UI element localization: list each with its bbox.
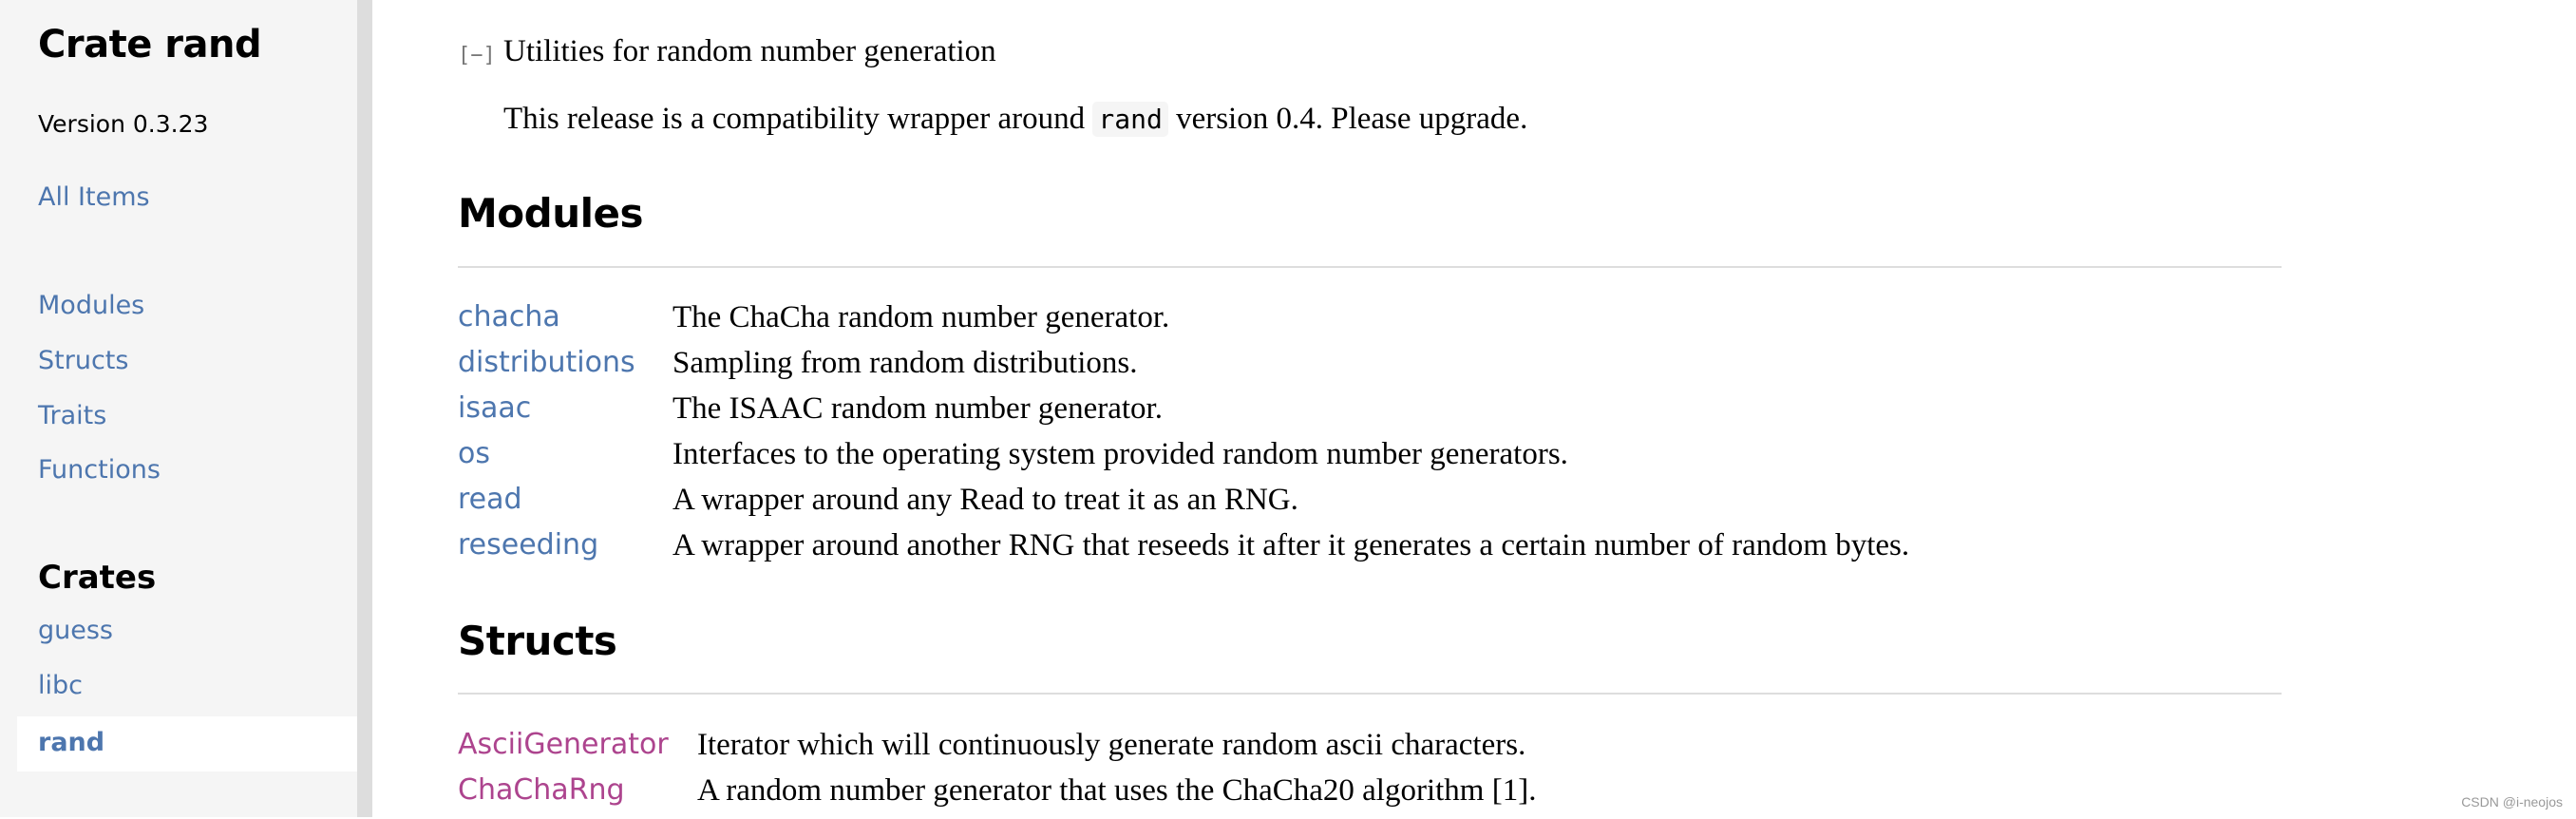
sidebar-resizer[interactable] xyxy=(357,0,372,817)
sidebar-item-structs[interactable]: Structs xyxy=(38,346,128,375)
struct-link-chacharng[interactable]: ChaChaRng xyxy=(458,773,625,807)
module-description: The ISAAC random number generator. xyxy=(672,391,1163,426)
inline-code: rand xyxy=(1092,102,1168,137)
module-link-os[interactable]: os xyxy=(458,437,490,470)
sidebar: Crate rand Version 0.3.23 All Items Modu… xyxy=(0,0,357,817)
crate-summary: Utilities for random number generation xyxy=(503,34,996,68)
structs-heading: Structs xyxy=(458,618,617,664)
module-description: A wrapper around any Read to treat it as… xyxy=(672,483,1298,517)
crate-link-guess[interactable]: guess xyxy=(38,616,113,645)
crate-link-libc[interactable]: libc xyxy=(38,671,83,700)
structs-divider xyxy=(458,693,2282,695)
module-description: Interfaces to the operating system provi… xyxy=(672,437,1568,471)
module-link-reseeding[interactable]: reseeding xyxy=(458,528,598,562)
all-items-link[interactable]: All Items xyxy=(38,182,150,212)
description-text-after: version 0.4. Please upgrade. xyxy=(1167,102,1528,136)
struct-link-asciigenerator[interactable]: AsciiGenerator xyxy=(458,728,669,761)
module-link-distributions[interactable]: distributions xyxy=(458,346,635,379)
module-description: Sampling from random distributions. xyxy=(672,346,1138,380)
sidebar-item-traits[interactable]: Traits xyxy=(38,401,106,430)
collapse-toggle-icon[interactable]: [−] xyxy=(458,42,496,70)
module-link-isaac[interactable]: isaac xyxy=(458,391,531,425)
main-content: [−] Utilities for random number generati… xyxy=(458,0,2576,817)
module-link-chacha[interactable]: chacha xyxy=(458,300,560,333)
crate-description: This release is a compatibility wrapper … xyxy=(503,102,1527,137)
module-description: The ChaCha random number generator. xyxy=(672,300,1170,334)
crate-link-rand[interactable]: rand xyxy=(38,728,104,757)
struct-description: A random number generator that uses the … xyxy=(697,773,1537,808)
module-link-read[interactable]: read xyxy=(458,483,522,516)
current-crate-row: rand xyxy=(17,716,357,771)
crate-version: Version 0.3.23 xyxy=(38,110,209,138)
description-text-before: This release is a compatibility wrapper … xyxy=(503,102,1093,136)
modules-heading: Modules xyxy=(458,190,644,237)
crate-title: Crate rand xyxy=(38,23,262,67)
modules-divider xyxy=(458,266,2282,268)
module-description: A wrapper around another RNG that reseed… xyxy=(672,528,1910,562)
struct-description: Iterator which will continuously generat… xyxy=(697,728,1526,762)
crates-heading: Crates xyxy=(38,559,157,597)
watermark: CSDN @i-neojos xyxy=(2461,794,2563,809)
sidebar-item-functions[interactable]: Functions xyxy=(38,455,161,485)
sidebar-item-modules[interactable]: Modules xyxy=(38,291,144,320)
